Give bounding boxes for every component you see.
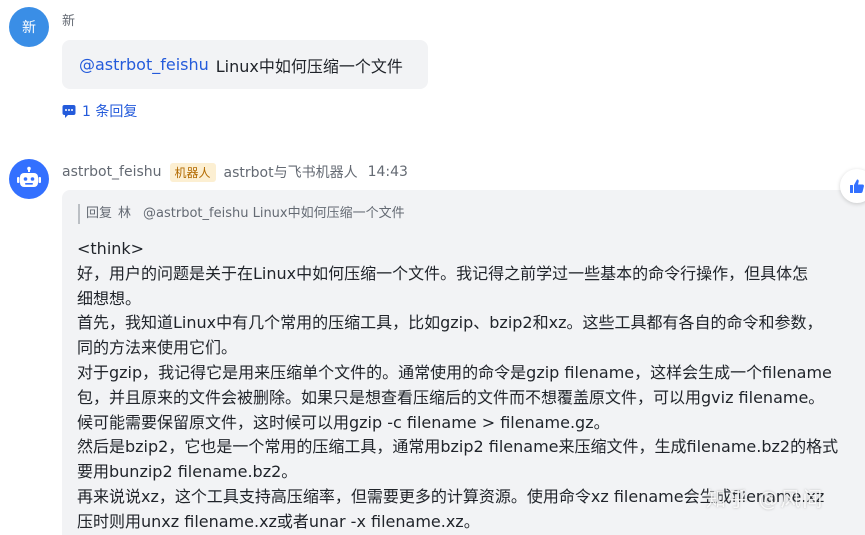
user-avatar-text: 新 [22, 20, 36, 36]
user-sender-name[interactable]: 新 [62, 10, 75, 29]
user-avatar[interactable]: 新 [9, 7, 49, 47]
message-line: 候可能需要保留原文件，这时候可以用gzip -c filename > file… [77, 412, 610, 432]
thumbs-up-icon [850, 179, 864, 193]
chat-view: 新 新 @astrbot_feishu Linux中如何压缩一个文件 1 条回复… [0, 0, 865, 535]
bot-group-name: astrbot与飞书机器人 [223, 165, 358, 181]
user-message-text: Linux中如何压缩一个文件 [215, 56, 403, 76]
quote-prefix: 回复 [86, 206, 113, 221]
message-line: 细想想。 [77, 288, 142, 308]
bot-avatar[interactable] [9, 159, 49, 199]
reply-thread-icon [62, 105, 76, 118]
quoted-reply[interactable]: 回复林 @astrbot_feishu Linux中如何压缩一个文件 [78, 204, 405, 224]
message-line: 同的方法来使用它们。 [77, 338, 238, 358]
bot-sender-name[interactable]: astrbot_feishu [62, 164, 162, 180]
message-line: 要用bunzip2 filename.bz2。 [77, 462, 298, 482]
user-message-bubble: @astrbot_feishu Linux中如何压缩一个文件 [62, 40, 428, 89]
thread-reply-link[interactable]: 1 条回复 [62, 101, 137, 121]
bot-message-header: astrbot_feishu 机器人 astrbot与飞书机器人 14:43 [62, 162, 408, 182]
message-line: 包，并且原来的文件会被删除。如果只是想查看压缩后的文件而不想覆盖原文件，可以用g… [77, 387, 825, 407]
message-line: 首先，我知道Linux中有几个常用的压缩工具，比如gzip、bzip2和xz。这… [77, 313, 823, 333]
robot-icon [17, 166, 41, 187]
bot-badge: 机器人 [169, 162, 216, 182]
quote-author: 林 [118, 206, 132, 221]
message-line: <think> [77, 239, 145, 258]
message-line: 然后是bzip2，它也是一个常用的压缩工具，通常用bzip2 filename来… [77, 437, 839, 457]
message-timestamp: 14:43 [367, 164, 408, 180]
bot-mention-link[interactable]: @astrbot_feishu [79, 55, 209, 74]
message-line: 对于gzip，我记得它是用来压缩单个文件的。通常使用的命令是gzip filen… [77, 362, 832, 382]
quote-text: @astrbot_feishu Linux中如何压缩一个文件 [143, 206, 405, 221]
message-line: 压时则用unxz filename.xz或者unar -x filename.x… [77, 511, 480, 531]
reply-count-label: 1 条回复 [82, 104, 138, 120]
watermark: 知乎 @风间 [706, 487, 825, 511]
message-line: 好，用户的问题是关于在Linux中如何压缩一个文件。我记得之前学过一些基本的命令… [77, 263, 809, 283]
